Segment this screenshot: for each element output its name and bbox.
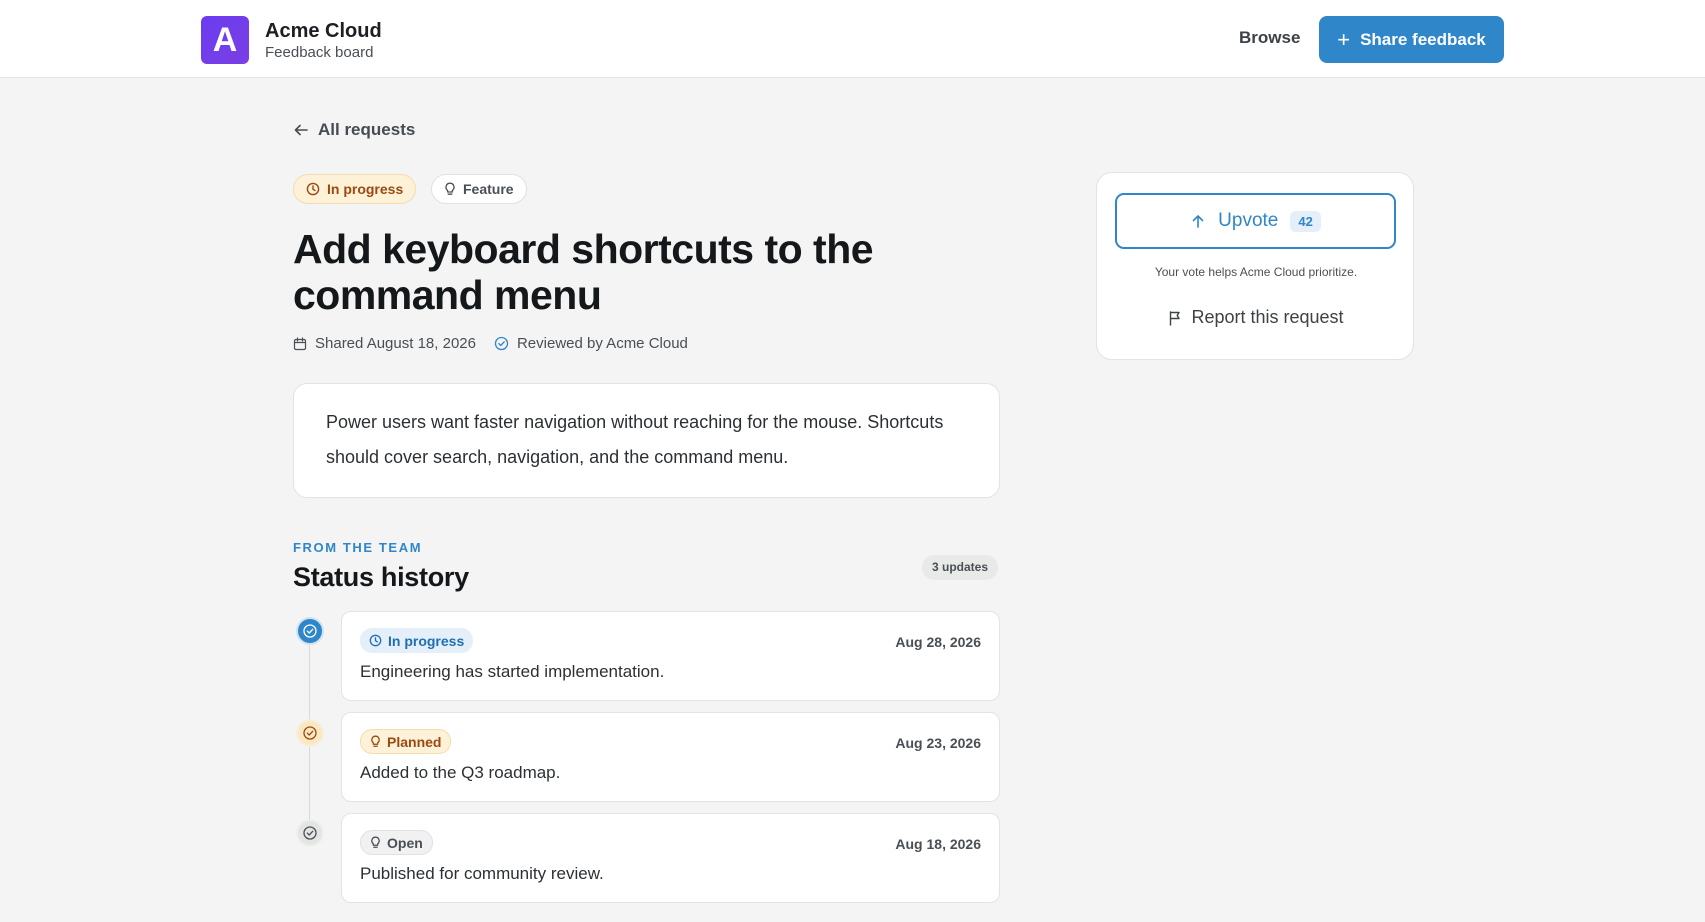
- update-date: Aug 18, 2026: [895, 836, 981, 852]
- update-date: Aug 23, 2026: [895, 735, 981, 751]
- report-request-link[interactable]: Report this request: [1097, 307, 1415, 328]
- vote-card: Upvote 42 Your vote helps Acme Cloud pri…: [1096, 172, 1414, 360]
- update-text: Added to the Q3 roadmap.: [360, 763, 561, 782]
- vote-count: 42: [1290, 210, 1321, 232]
- category-badge-label: Feature: [463, 181, 514, 197]
- status-badge: Open: [360, 830, 433, 855]
- all-requests-link[interactable]: All requests: [293, 120, 415, 140]
- update-date: Aug 28, 2026: [895, 634, 981, 650]
- brand-name: Acme Cloud: [265, 20, 382, 42]
- status-update-card: Open Aug 18, 2026 Published for communit…: [341, 813, 1000, 903]
- status-badge-label: Open: [387, 834, 423, 851]
- check-circle-icon: [494, 336, 509, 351]
- status-update-card: Planned Aug 23, 2026 Added to the Q3 roa…: [341, 712, 1000, 802]
- lightbulb-icon: [370, 735, 381, 748]
- plus-icon: +: [1337, 26, 1351, 52]
- timeline-dot-in-progress: [296, 617, 324, 645]
- all-requests-label: All requests: [318, 120, 416, 139]
- shared-date-text: Shared August 18, 2026: [315, 335, 476, 352]
- calendar-icon: [293, 336, 307, 351]
- vote-note: Your vote helps Acme Cloud prioritize.: [1154, 265, 1358, 279]
- page-title: Add keyboard shortcuts to the command me…: [293, 226, 874, 318]
- reviewed-by-text: Reviewed by Acme Cloud: [516, 335, 688, 352]
- arrow-left-icon: [293, 122, 309, 138]
- status-badge-label: Planned: [387, 733, 442, 750]
- upvote-label: Upvote: [1218, 210, 1279, 231]
- update-text: Published for community review.: [360, 864, 604, 883]
- upvote-button[interactable]: Upvote 42: [1115, 193, 1396, 249]
- request-meta: Shared August 18, 2026 Reviewed by Acme …: [293, 335, 688, 352]
- status-update-card: In progress Aug 28, 2026 Engineering has…: [341, 611, 1000, 701]
- report-request-label: Report this request: [1191, 307, 1344, 327]
- update-text: Engineering has started implementation.: [360, 662, 665, 681]
- clock-icon: [369, 634, 382, 647]
- browse-link[interactable]: Browse: [1239, 28, 1300, 48]
- share-feedback-label: Share feedback: [1360, 29, 1486, 49]
- category-badge: Feature: [431, 174, 527, 204]
- timeline-dot-open: [296, 819, 324, 847]
- check-circle-icon: [302, 623, 318, 639]
- clock-icon: [306, 182, 320, 196]
- share-feedback-button[interactable]: + Share feedback: [1319, 16, 1504, 63]
- status-badge-label: In progress: [327, 181, 404, 197]
- request-description: Power users want faster navigation witho…: [293, 383, 1000, 498]
- timeline-dot-planned: [296, 719, 324, 747]
- check-circle-icon: [302, 725, 318, 741]
- updates-count-badge: 3 updates: [922, 555, 999, 580]
- flag-icon: [1168, 310, 1183, 326]
- reviewed-by: Reviewed by Acme Cloud: [494, 335, 688, 352]
- status-badge: In progress: [360, 628, 474, 653]
- lightbulb-icon: [444, 182, 456, 196]
- check-circle-icon: [302, 825, 318, 841]
- shared-date: Shared August 18, 2026: [293, 335, 476, 352]
- brand-logo[interactable]: A: [201, 16, 249, 64]
- arrow-up-icon: [1190, 213, 1206, 229]
- section-title: Status history: [293, 562, 469, 592]
- status-badge: Planned: [360, 729, 452, 754]
- status-badge-label: In progress: [388, 632, 465, 649]
- top-bar: A Acme Cloud Feedback board Browse + Sha…: [0, 0, 1705, 78]
- brand-subtitle: Feedback board: [265, 44, 374, 61]
- section-eyebrow: FROM THE TEAM: [293, 540, 423, 555]
- status-badge: In progress: [293, 174, 417, 204]
- lightbulb-icon: [370, 836, 381, 849]
